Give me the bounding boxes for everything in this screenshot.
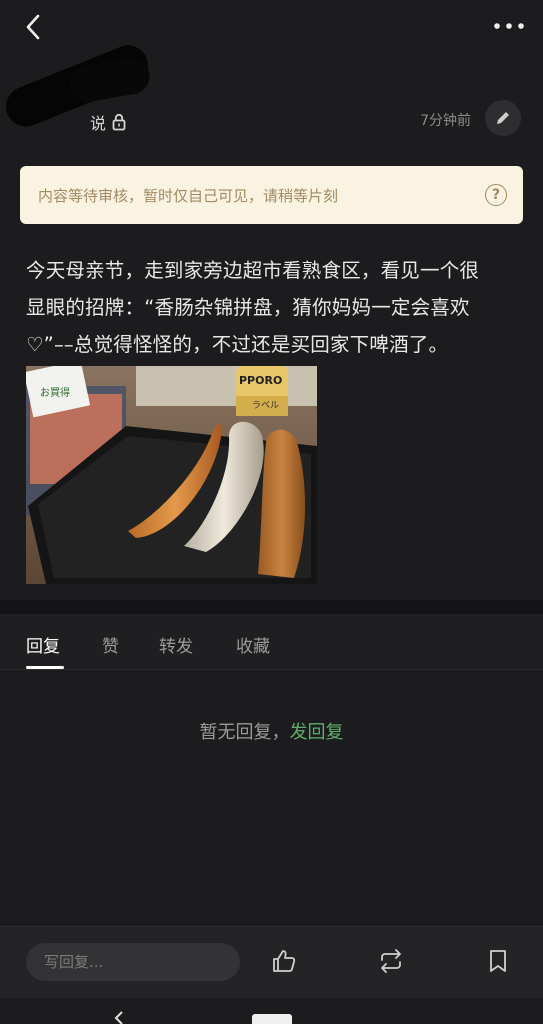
pencil-icon [497, 112, 509, 124]
tab-reposts[interactable]: 转发 [159, 632, 193, 657]
write-reply-link[interactable]: 发回复 [290, 722, 344, 743]
edit-button[interactable] [485, 100, 521, 136]
tab-likes[interactable]: 赞 [102, 632, 119, 657]
post-content: 今天母亲节，走到家旁边超市看熟食区，看见一个很 显眼的招牌：“香肠杂锦拼盘，猜你… [26, 252, 521, 363]
post-text-line: ♡”––总觉得怪怪的，不过还是买回家下啤酒了。 [26, 333, 449, 356]
visibility-indicator: 说 [90, 110, 126, 134]
pack-label: お買得 [40, 387, 70, 399]
bottom-action-bar [0, 926, 543, 998]
chevron-left-icon [26, 14, 40, 40]
post-photo[interactable]: PPORO ラベル お買得 [26, 366, 317, 584]
repost-button[interactable] [377, 947, 405, 975]
more-button[interactable] [491, 14, 527, 38]
active-tab-indicator [26, 666, 64, 669]
top-bar [0, 0, 543, 56]
interaction-tabs: 回复 赞 转发 收藏 [0, 614, 543, 670]
section-separator [0, 600, 543, 614]
bookmark-button[interactable] [484, 947, 512, 975]
like-button[interactable] [270, 947, 298, 975]
reply-input[interactable] [26, 943, 240, 981]
back-button[interactable] [18, 10, 52, 44]
more-dots-icon [494, 23, 524, 29]
thumbs-up-icon [273, 950, 296, 972]
bookmark-icon [490, 950, 506, 972]
post-text-line: 今天母亲节，走到家旁边超市看熟食区，看见一个很 [26, 259, 480, 282]
question-circle-icon[interactable]: ? [485, 184, 507, 206]
lock-icon [112, 113, 126, 131]
notice-text: 内容等待审核，暂时仅自己可见，请稍等片刻 [38, 186, 339, 205]
empty-replies-text: 暂无回复， [199, 722, 290, 743]
repost-icon [381, 949, 401, 973]
empty-replies: 暂无回复，发回复 [0, 718, 543, 744]
post-text-line: 显眼的招牌：“香肠杂锦拼盘，猜你妈妈一定会喜欢 [26, 296, 470, 319]
visibility-label: 说 [90, 114, 107, 133]
tab-replies[interactable]: 回复 [26, 632, 60, 657]
post-time: 7分钟前 [420, 113, 471, 129]
system-back-icon[interactable] [112, 1010, 126, 1024]
review-notice: 内容等待审核，暂时仅自己可见，请稍等片刻 ? [20, 166, 523, 224]
can-label: PPORO [239, 374, 282, 387]
tab-favorites[interactable]: 收藏 [236, 632, 270, 657]
can-label: ラベル [252, 400, 279, 411]
system-home-button[interactable] [252, 1014, 292, 1024]
